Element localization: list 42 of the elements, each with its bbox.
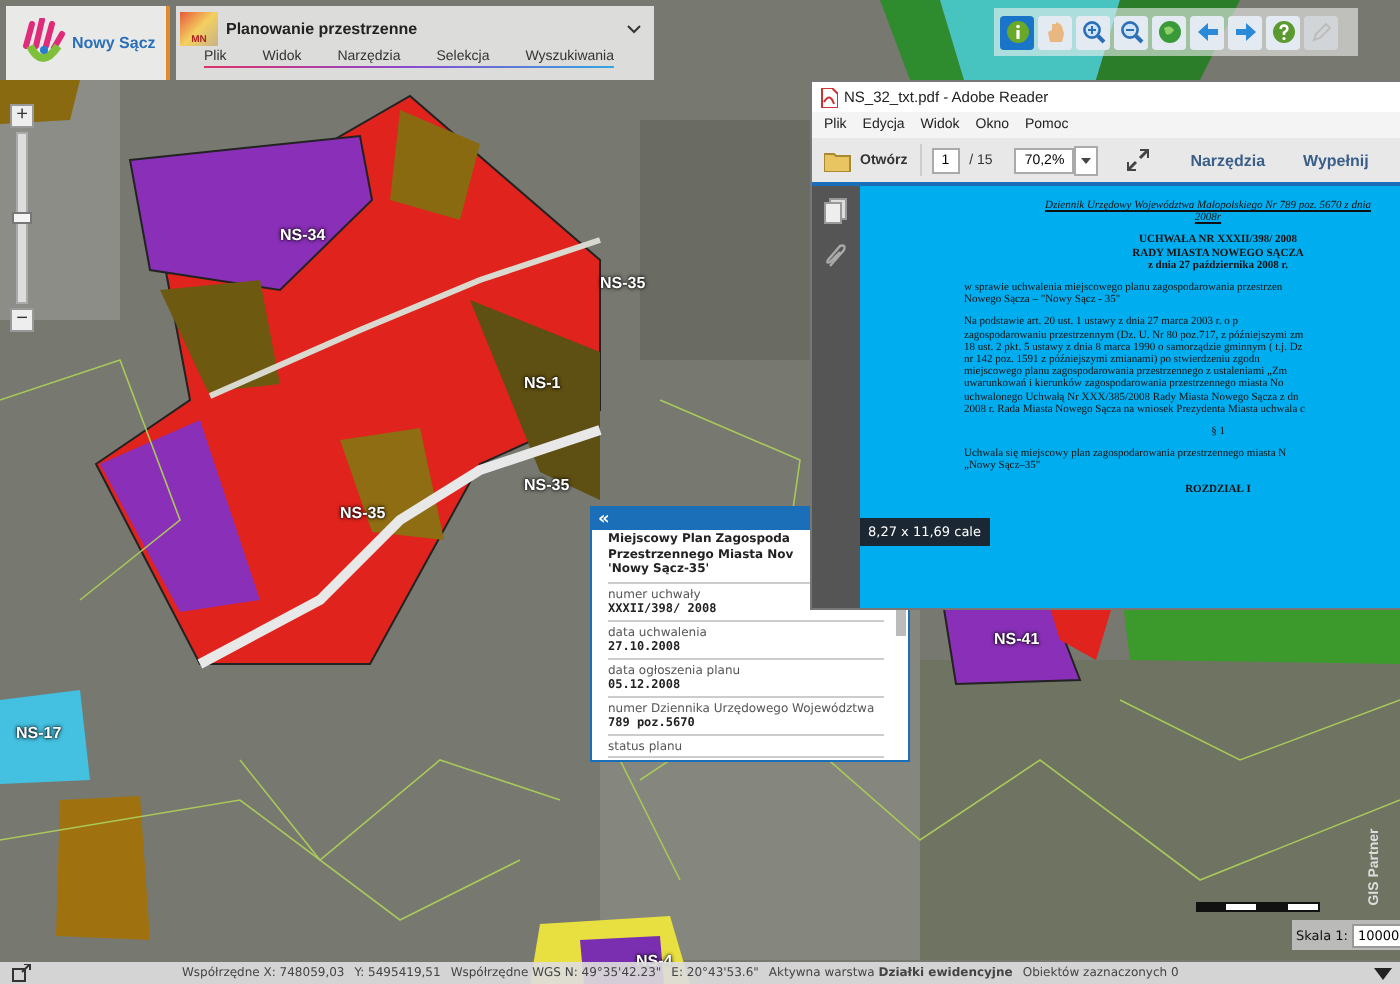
logo-text: Nowy Sącz — [72, 34, 156, 52]
zone-label: NS-35 — [340, 504, 386, 522]
zoom-in-icon — [1081, 20, 1105, 44]
help-button[interactable] — [1266, 15, 1300, 49]
fill-sign-button[interactable]: Wypełnij — [1303, 151, 1369, 169]
hand-icon — [1043, 20, 1067, 44]
dropdown-icon[interactable] — [1074, 145, 1099, 175]
info-button[interactable] — [1000, 15, 1034, 49]
forward-button[interactable] — [1228, 15, 1262, 49]
zone-label: NS-1 — [524, 374, 561, 392]
zone-label: NS-17 — [16, 724, 62, 742]
caret-icon[interactable] — [1374, 967, 1392, 979]
zoom-out-icon — [1119, 20, 1143, 44]
edit-icon — [1309, 20, 1333, 44]
app-title: Planowanie przestrzenne — [226, 20, 420, 38]
pages-icon[interactable] — [824, 198, 848, 224]
zone-label: NS-34 — [280, 226, 326, 244]
collapse-button[interactable]: « — [592, 509, 616, 529]
scale-bar — [1196, 902, 1320, 912]
zone-label: NS-41 — [994, 630, 1040, 648]
globe-icon — [1157, 20, 1181, 44]
tools-button[interactable]: Narzędzia — [1190, 151, 1266, 169]
pdf-file-icon — [820, 87, 838, 107]
zone-label: NS-35 — [600, 274, 646, 292]
chevron-icon[interactable] — [626, 23, 642, 35]
info-icon — [1005, 20, 1029, 44]
forward-icon — [1233, 20, 1257, 44]
zoom-in-button[interactable]: + — [10, 104, 34, 128]
folder-icon — [824, 149, 852, 171]
fit-page-icon[interactable] — [1124, 146, 1153, 174]
expand-icon[interactable] — [12, 964, 32, 982]
back-button[interactable] — [1190, 15, 1224, 49]
help-icon — [1271, 20, 1295, 44]
globe-button[interactable] — [1152, 15, 1186, 49]
zoom-out-button[interactable]: − — [10, 308, 34, 332]
paperclip-icon[interactable] — [824, 242, 848, 268]
zoom-out-button[interactable] — [1114, 15, 1148, 49]
zoom-in-button[interactable] — [1076, 15, 1110, 49]
zone-label: NS-35 — [524, 476, 570, 494]
zoom-slider-thumb[interactable] — [12, 212, 32, 224]
zone-label: NS-4 — [636, 952, 673, 970]
back-icon — [1195, 20, 1219, 44]
